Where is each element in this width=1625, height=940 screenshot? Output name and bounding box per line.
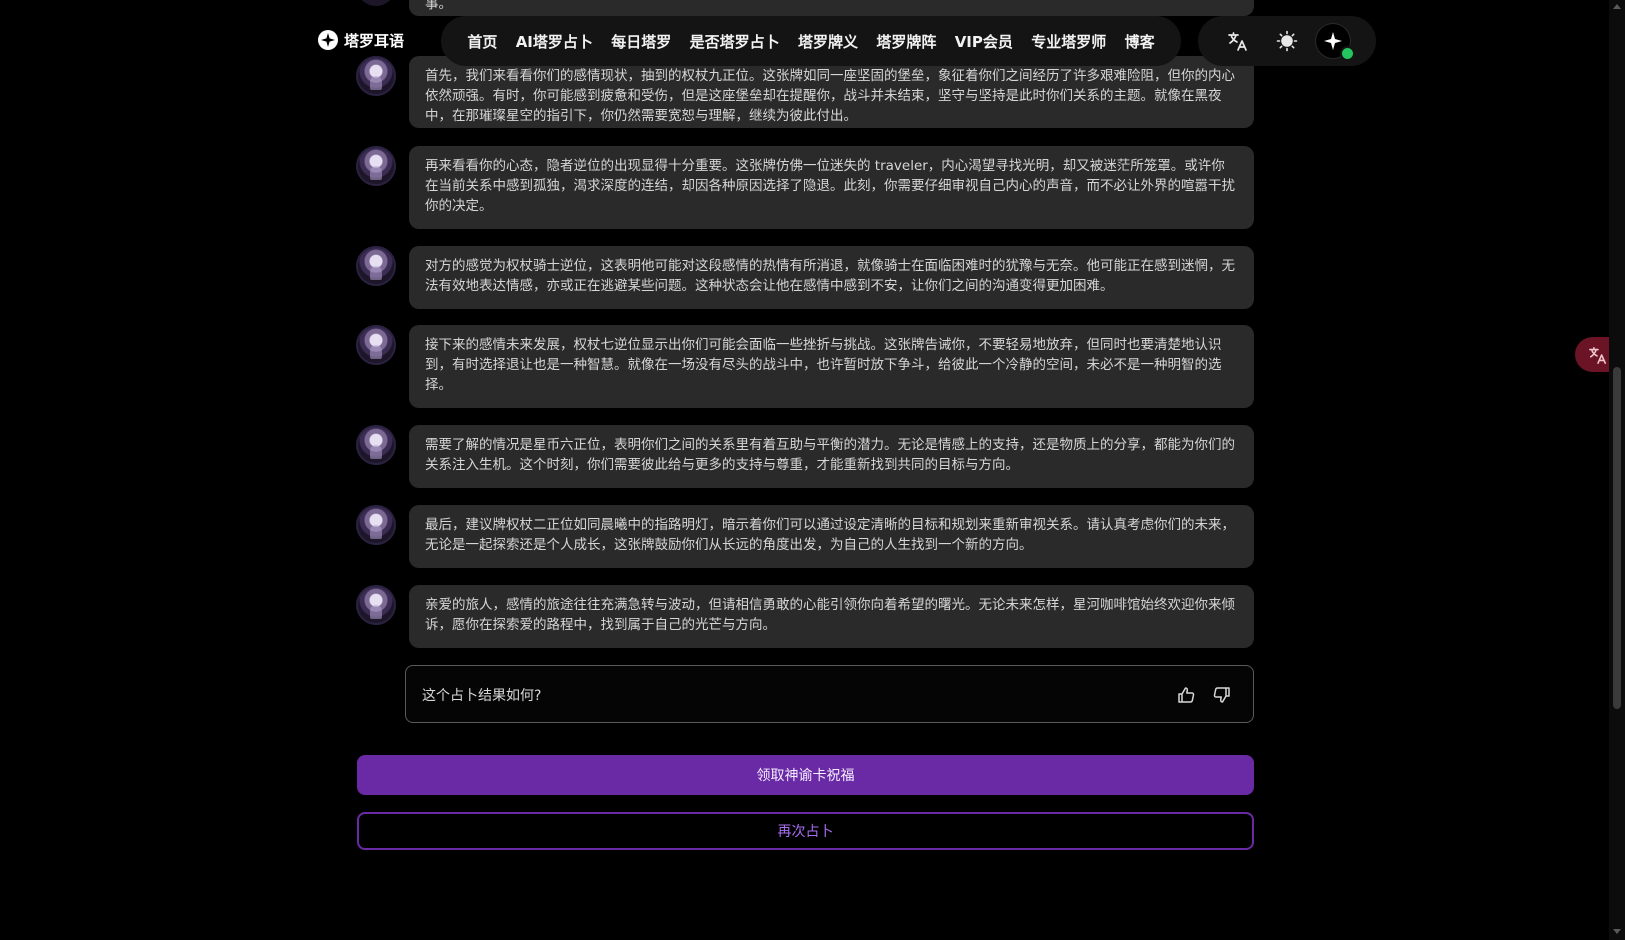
avatar bbox=[356, 425, 396, 465]
message-fragment: 事。 bbox=[409, 0, 1254, 16]
nav-pro-readers[interactable]: 专业塔罗师 bbox=[1031, 31, 1106, 52]
avatar bbox=[356, 0, 396, 6]
online-status-dot bbox=[1340, 46, 1355, 61]
feedback-question: 这个占卜结果如何? bbox=[422, 688, 542, 704]
like-button[interactable] bbox=[1174, 683, 1198, 707]
avatar bbox=[356, 56, 396, 96]
nav-vip[interactable]: VIP会员 bbox=[955, 31, 1013, 52]
thumbs-up-icon bbox=[1178, 687, 1195, 703]
header-tools bbox=[1198, 16, 1376, 66]
scroll-up-arrow-icon[interactable] bbox=[1613, 4, 1621, 9]
read-again-button[interactable]: 再次占卜 bbox=[357, 812, 1254, 850]
oracle-blessing-button[interactable]: 领取神谕卡祝福 bbox=[357, 755, 1254, 795]
scroll-down-arrow-icon[interactable] bbox=[1613, 929, 1621, 934]
message-bubble: 接下来的感情未来发展，权杖七逆位显示出你们可能会面临一些挫折与挑战。这张牌告诫你… bbox=[409, 325, 1254, 408]
sparkle-logo-icon bbox=[318, 30, 338, 50]
translate-icon bbox=[1228, 32, 1247, 51]
nav-spreads[interactable]: 塔罗牌阵 bbox=[876, 31, 936, 52]
message-bubble: 首先，我们来看看你们的感情现状，抽到的权杖九正位。这张牌如同一座坚固的堡垒，象征… bbox=[409, 56, 1254, 128]
translate-button[interactable] bbox=[1223, 26, 1253, 56]
avatar bbox=[356, 146, 396, 186]
thumbs-down-icon bbox=[1213, 687, 1230, 703]
nav-yes-no-tarot[interactable]: 是否塔罗占卜 bbox=[690, 31, 780, 52]
chat-area: 事。 首先，我们来看看你们的感情现状，抽到的权杖九正位。这张牌如同一座坚固的堡垒… bbox=[0, 0, 1625, 940]
message-bubble: 亲爱的旅人，感情的旅途往往充满急转与波动，但请相信勇敢的心能引领你向着希望的曙光… bbox=[409, 585, 1254, 648]
brand[interactable]: 塔罗耳语 bbox=[318, 28, 404, 52]
avatar bbox=[356, 246, 396, 286]
avatar bbox=[356, 505, 396, 545]
message-bubble: 对方的感觉为权杖骑士逆位，这表明他可能对这段感情的热情有所消退，就像骑士在面临困… bbox=[409, 246, 1254, 309]
dislike-button[interactable] bbox=[1210, 683, 1234, 707]
scrollbar-thumb[interactable] bbox=[1613, 367, 1621, 709]
feedback-box: 这个占卜结果如何? bbox=[405, 665, 1254, 723]
message-bubble: 需要了解的情况是星币六正位，表明你们之间的关系里有着互助与平衡的潜力。无论是情感… bbox=[409, 425, 1254, 488]
message-bubble: 再来看看你的心态，隐者逆位的出现显得十分重要。这张牌仿佛一位迷失的 travel… bbox=[409, 146, 1254, 229]
avatar bbox=[356, 585, 396, 625]
translate-icon bbox=[1589, 346, 1607, 364]
message-bubble: 最后，建议牌权杖二正位如同晨曦中的指路明灯，暗示着你们可以通过设定清晰的目标和规… bbox=[409, 505, 1254, 568]
theme-toggle[interactable] bbox=[1272, 26, 1302, 56]
sun-icon bbox=[1276, 30, 1298, 52]
nav-card-meanings[interactable]: 塔罗牌义 bbox=[798, 31, 858, 52]
nav-blog[interactable]: 博客 bbox=[1125, 31, 1155, 52]
main-nav: 首页 AI塔罗占卜 每日塔罗 是否塔罗占卜 塔罗牌义 塔罗牌阵 VIP会员 专业… bbox=[441, 16, 1181, 66]
nav-daily-tarot[interactable]: 每日塔罗 bbox=[611, 31, 671, 52]
vertical-scrollbar[interactable] bbox=[1609, 0, 1625, 940]
avatar bbox=[356, 325, 396, 365]
brand-name: 塔罗耳语 bbox=[344, 31, 405, 50]
nav-ai-tarot[interactable]: AI塔罗占卜 bbox=[516, 31, 593, 52]
nav-home[interactable]: 首页 bbox=[467, 31, 497, 52]
